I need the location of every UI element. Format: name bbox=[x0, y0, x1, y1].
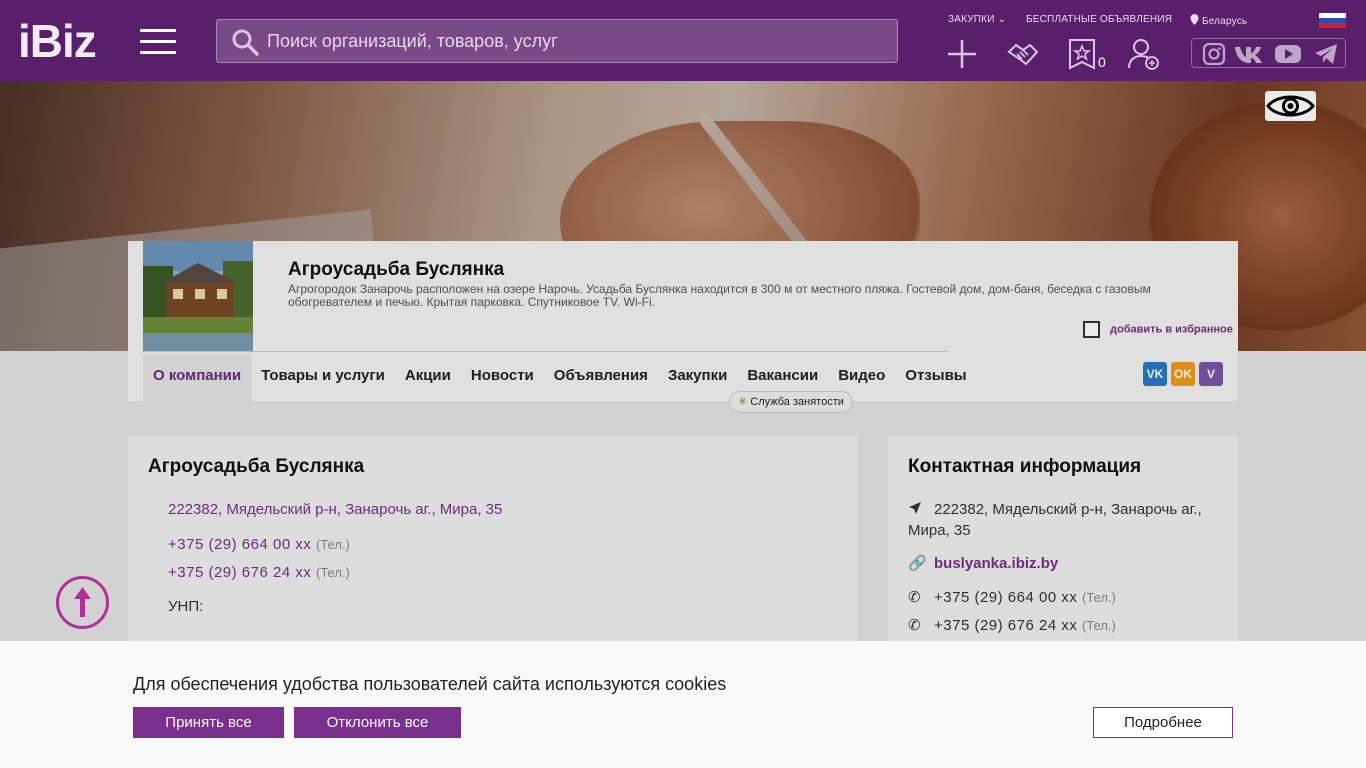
company-phone-1[interactable]: +375 (29) 664 00 хх (Тел.) bbox=[168, 536, 350, 553]
contact-phone-1[interactable]: ✆ +375 (29) 664 00 хх (Тел.) bbox=[908, 588, 1116, 606]
unp-label: УНП: bbox=[168, 598, 204, 615]
phone-number[interactable]: +375 (29) 664 00 хх bbox=[934, 589, 1077, 606]
decline-all-cookies-button[interactable]: Отклонить все bbox=[294, 707, 461, 738]
tab-ads[interactable]: Объявления bbox=[544, 354, 658, 401]
user-add-icon[interactable] bbox=[1127, 38, 1159, 70]
phone-number[interactable]: +375 (29) 664 00 хх bbox=[168, 536, 311, 553]
menu-icon[interactable] bbox=[140, 29, 176, 55]
cookie-more-button[interactable]: Подробнее bbox=[1093, 707, 1233, 738]
company-card: Агроусадьба Буслянка Агрогородок Занароч… bbox=[128, 241, 1238, 401]
phone-icon: ✆ bbox=[908, 617, 922, 634]
share-vk-button[interactable]: VK bbox=[1143, 362, 1167, 386]
region-label: Беларусь bbox=[1201, 16, 1248, 27]
contact-address-text: 222382, Мядельский р-н, Занарочь аг., Ми… bbox=[908, 501, 1202, 539]
company-info-title: Агроусадьба Буслянка bbox=[148, 456, 365, 477]
zakupki-dropdown[interactable]: ЗАКУПКИ ⌄ bbox=[948, 14, 1006, 25]
location-arrow-icon bbox=[909, 502, 921, 514]
company-logo-photo[interactable] bbox=[143, 241, 253, 351]
search-icon[interactable] bbox=[231, 28, 259, 56]
company-tabs: О компании Товары и услуги Акции Новости… bbox=[143, 354, 977, 401]
divider bbox=[143, 351, 948, 352]
tab-promotions[interactable]: Акции bbox=[395, 354, 461, 401]
vk-icon[interactable] bbox=[1234, 43, 1264, 65]
share-ok-button[interactable]: OK bbox=[1171, 362, 1195, 386]
company-phone-2[interactable]: +375 (29) 676 24 хх (Тел.) bbox=[168, 564, 350, 581]
add-to-favorites[interactable]: добавить в избранное bbox=[1083, 321, 1233, 338]
favorites-count: 0 bbox=[1098, 54, 1106, 70]
website-link[interactable]: buslyanka.ibiz.by bbox=[934, 555, 1058, 572]
free-ads-link[interactable]: БЕСПЛАТНЫЕ ОБЪЯВЛЕНИЯ bbox=[1026, 14, 1172, 25]
link-icon: 🔗 bbox=[908, 555, 927, 572]
share-viber-button[interactable]: V bbox=[1199, 362, 1223, 386]
employment-service-label: Служба занятости bbox=[750, 396, 844, 408]
phone-type: (Тел.) bbox=[316, 565, 350, 580]
cookie-message: Для обеспечения удобства пользователей с… bbox=[133, 674, 727, 694]
accessibility-eye-button[interactable] bbox=[1265, 91, 1316, 121]
eye-icon bbox=[1266, 95, 1315, 117]
language-flag[interactable] bbox=[1319, 13, 1346, 28]
company-description: Агрогородок Занарочь расположен на озере… bbox=[288, 282, 1151, 309]
zakupki-label: ЗАКУПКИ bbox=[948, 14, 995, 25]
tab-products[interactable]: Товары и услуги bbox=[251, 354, 395, 401]
tab-about[interactable]: О компании bbox=[143, 354, 252, 401]
arrow-up-icon bbox=[74, 587, 91, 617]
scroll-to-top-button[interactable] bbox=[56, 576, 109, 629]
contact-website[interactable]: 🔗 buslyanka.ibiz.by bbox=[908, 554, 1058, 572]
accept-all-cookies-button[interactable]: Принять все bbox=[133, 707, 284, 738]
social-links bbox=[1191, 38, 1346, 68]
location-pin-icon bbox=[1190, 14, 1199, 25]
add-to-favorites-label: добавить в избранное bbox=[1110, 323, 1233, 336]
search-input[interactable] bbox=[267, 20, 887, 62]
employment-service-badge[interactable]: ✳ Служба занятости bbox=[729, 391, 853, 413]
favorites-star-icon[interactable] bbox=[1066, 38, 1098, 70]
phone-type: (Тел.) bbox=[316, 537, 350, 552]
phone-icon: ✆ bbox=[908, 589, 922, 606]
company-name: Агроусадьба Буслянка bbox=[288, 259, 505, 280]
contact-address: 222382, Мядельский р-н, Занарочь аг., Ми… bbox=[908, 499, 1218, 541]
phone-type: (Тел.) bbox=[1082, 590, 1116, 605]
plus-icon[interactable] bbox=[946, 38, 978, 70]
tab-reviews[interactable]: Отзывы bbox=[895, 354, 976, 401]
search-box[interactable] bbox=[216, 19, 898, 63]
tab-purchases[interactable]: Закупки bbox=[658, 354, 737, 401]
company-address-link[interactable]: 222382, Мядельский р-н, Занарочь аг., Ми… bbox=[168, 501, 502, 518]
phone-number[interactable]: +375 (29) 676 24 хх bbox=[934, 617, 1077, 634]
chevron-down-icon: ⌄ bbox=[997, 14, 1007, 25]
site-logo[interactable]: iBiz bbox=[18, 16, 97, 66]
youtube-icon[interactable] bbox=[1274, 43, 1302, 65]
region-selector[interactable]: Беларусь bbox=[1190, 14, 1247, 27]
contact-phone-2[interactable]: ✆ +375 (29) 676 24 хх (Тел.) bbox=[908, 616, 1116, 634]
top-bar: iBiz ЗАКУПКИ ⌄ БЕСПЛАТНЫЕ ОБЪЯВЛЕНИЯ Бел… bbox=[0, 0, 1366, 81]
phone-type: (Тел.) bbox=[1082, 618, 1116, 633]
cookie-banner: Для обеспечения удобства пользователей с… bbox=[0, 641, 1366, 768]
tab-news[interactable]: Новости bbox=[461, 354, 544, 401]
favorite-checkbox[interactable] bbox=[1083, 321, 1100, 338]
instagram-icon[interactable] bbox=[1202, 43, 1226, 65]
phone-number[interactable]: +375 (29) 676 24 хх bbox=[168, 564, 311, 581]
handshake-icon[interactable] bbox=[1007, 38, 1039, 70]
contact-info-title: Контактная информация bbox=[908, 456, 1142, 477]
employment-service-icon: ✳ bbox=[738, 396, 748, 408]
telegram-icon[interactable] bbox=[1314, 43, 1338, 65]
